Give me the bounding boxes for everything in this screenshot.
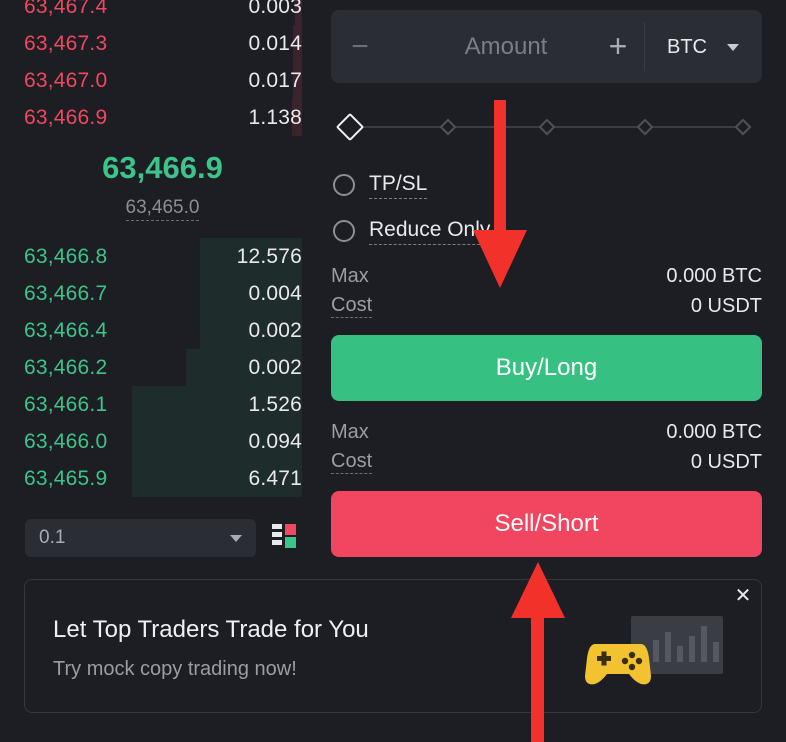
buy-cost-value: 0 USDT — [690, 294, 762, 317]
bid-price: 63,466.4 — [24, 318, 108, 342]
slider-step-100[interactable] — [734, 118, 752, 136]
bid-row[interactable]: 63,466.7 0.004 — [24, 275, 302, 312]
promo-title: Let Top Traders Trade for You — [53, 616, 369, 643]
slider-thumb[interactable] — [335, 112, 365, 142]
price-precision-value: 0.1 — [39, 527, 66, 548]
bid-row[interactable]: 63,466.1 1.526 — [24, 386, 302, 423]
bid-quantity: 0.094 — [248, 429, 302, 453]
bid-price: 63,466.7 — [24, 281, 108, 305]
amount-increment-button[interactable]: + — [603, 28, 633, 64]
bid-row[interactable]: 63,466.2 0.002 — [24, 349, 302, 386]
sell-max-value: 0.000 BTC — [666, 420, 762, 443]
ask-row[interactable]: 63,467.0 0.017 — [24, 62, 302, 99]
annotation-arrow-down-icon — [473, 100, 527, 288]
sell-max-row: Max 0.000 BTC — [331, 418, 762, 446]
gamepad-icon — [585, 616, 723, 685]
ask-price: 63,467.4 — [24, 0, 108, 18]
chevron-down-icon — [230, 534, 242, 542]
mark-price-value: 63,465.0 — [125, 197, 200, 221]
unit-select[interactable]: BTC — [653, 28, 753, 66]
slider-step-25[interactable] — [439, 118, 457, 136]
amount-field: − + BTC — [331, 10, 762, 83]
bid-price: 63,466.0 — [24, 429, 108, 453]
annotation-arrow-up-icon — [511, 562, 565, 742]
buy-cost-label[interactable]: Cost — [331, 294, 373, 318]
bid-row[interactable]: 63,465.9 6.471 — [24, 460, 302, 497]
ask-price: 63,467.0 — [24, 68, 108, 92]
bid-row[interactable]: 63,466.8 12.576 — [24, 238, 302, 275]
slider-step-75[interactable] — [636, 118, 654, 136]
bid-quantity: 0.002 — [248, 318, 302, 342]
buy-long-button[interactable]: Buy/Long — [331, 335, 762, 401]
mark-price[interactable]: 63,465.0 — [0, 197, 325, 221]
book-layout-icon[interactable] — [272, 524, 296, 550]
copy-trading-banner[interactable]: Let Top Traders Trade for You Try mock c… — [24, 579, 762, 713]
ask-quantity: 0.017 — [248, 68, 302, 92]
sell-short-button[interactable]: Sell/Short — [331, 491, 762, 557]
sell-cost-label[interactable]: Cost — [331, 450, 373, 474]
sell-cost-value: 0 USDT — [690, 450, 762, 473]
order-book: 63,467.4 0.003 63,467.3 0.014 63,467.0 0.017 6… — [0, 0, 310, 500]
divider — [644, 22, 645, 71]
price-precision-select[interactable]: 0.1 — [25, 519, 256, 557]
tpsl-radio[interactable] — [333, 174, 355, 196]
buy-cost-row: Cost 0 USDT — [331, 292, 762, 320]
chevron-down-icon — [727, 43, 739, 51]
tpsl-label: TP/SL — [369, 172, 428, 199]
bid-row[interactable]: 63,466.0 0.094 — [24, 423, 302, 460]
bid-quantity: 6.471 — [248, 466, 302, 490]
amount-input[interactable] — [391, 28, 621, 66]
bid-quantity: 0.004 — [248, 281, 302, 305]
bid-row[interactable]: 63,466.4 0.002 — [24, 312, 302, 349]
buy-max-value: 0.000 BTC — [666, 264, 762, 287]
sell-max-label: Max — [331, 420, 369, 443]
ask-row[interactable]: 63,466.9 1.138 — [24, 99, 302, 136]
bid-quantity: 0.002 — [248, 355, 302, 379]
sell-cost-row: Cost 0 USDT — [331, 448, 762, 476]
close-icon[interactable]: ✕ — [733, 584, 753, 607]
bid-quantity: 1.526 — [248, 392, 302, 416]
reduce-only-option[interactable]: Reduce Only — [333, 216, 491, 246]
ask-quantity: 0.014 — [248, 31, 302, 55]
ask-quantity: 0.003 — [248, 0, 302, 18]
ask-price: 63,466.9 — [24, 105, 108, 129]
bid-price: 63,465.9 — [24, 466, 108, 490]
bid-quantity: 12.576 — [236, 244, 302, 268]
ask-row[interactable]: 63,467.3 0.014 — [24, 25, 302, 62]
bid-price: 63,466.8 — [24, 244, 108, 268]
unit-value: BTC — [667, 35, 707, 58]
tpsl-option[interactable]: TP/SL — [333, 170, 428, 200]
bid-price: 63,466.2 — [24, 355, 108, 379]
reduce-only-radio[interactable] — [333, 220, 355, 242]
last-price[interactable]: 63,466.9 — [0, 150, 325, 186]
ask-row[interactable]: 63,467.4 0.003 — [24, 0, 302, 25]
bid-price: 63,466.1 — [24, 392, 108, 416]
ask-quantity: 1.138 — [248, 105, 302, 129]
buy-max-label: Max — [331, 264, 369, 287]
amount-decrement-button[interactable]: − — [347, 30, 373, 63]
ask-price: 63,467.3 — [24, 31, 108, 55]
promo-subtitle: Try mock copy trading now! — [53, 658, 297, 680]
